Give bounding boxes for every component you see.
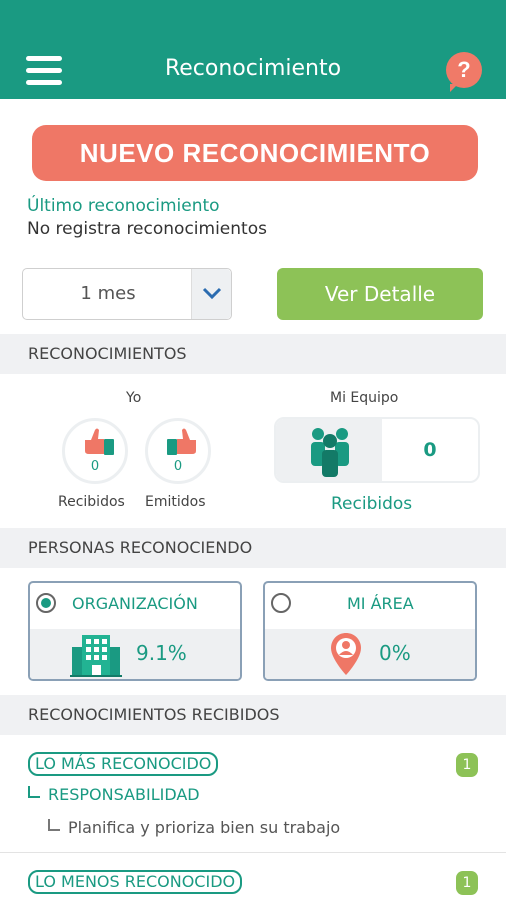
section-header-people: PERSONAS RECONOCIENDO: [0, 528, 506, 568]
team-icon: [311, 428, 349, 477]
last-recognition-label: Último reconocimiento: [27, 196, 220, 216]
subcategory-item: Planifica y prioriza bien su trabajo: [48, 818, 340, 837]
new-recognition-button[interactable]: NUEVO RECONOCIMIENTO: [32, 125, 478, 181]
page-title: Reconocimiento: [164, 56, 342, 81]
received-count: 0: [90, 459, 100, 474]
my-area-value: 0%: [379, 641, 411, 665]
organization-card[interactable]: ORGANIZACIÓN 9.1%: [28, 581, 242, 681]
my-team-label: Mi Equipo: [330, 390, 399, 406]
period-select[interactable]: 1 mes: [22, 268, 232, 320]
section-header-recognitions: RECONOCIMIENTOS: [0, 334, 506, 374]
section-header-received: RECONOCIMIENTOS RECIBIDOS: [0, 695, 506, 735]
divider: [0, 852, 506, 853]
emitted-count: 0: [173, 459, 183, 474]
team-received-count: 0: [423, 439, 437, 461]
emitted-label: Emitidos: [145, 494, 206, 510]
emitted-counter[interactable]: 0: [145, 418, 211, 484]
most-recognized-tag: LO MÁS RECONOCIDO: [28, 752, 219, 776]
help-icon[interactable]: ?: [446, 52, 482, 92]
organization-label: ORGANIZACIÓN: [72, 594, 198, 613]
organization-radio[interactable]: [36, 593, 56, 613]
received-label: Recibidos: [58, 494, 125, 510]
category-item: RESPONSABILIDAD: [28, 785, 200, 804]
team-received-card[interactable]: 0: [274, 417, 480, 483]
category-label: RESPONSABILIDAD: [48, 785, 200, 804]
team-received-label: Recibidos: [331, 494, 413, 514]
organization-value: 9.1%: [136, 641, 187, 665]
building-icon: [70, 635, 122, 677]
period-select-value: 1 mes: [80, 283, 136, 304]
tree-branch-icon: [48, 819, 60, 831]
subcategory-label: Planifica y prioriza bien su trabajo: [68, 818, 341, 837]
tree-branch-icon: [28, 786, 40, 798]
my-area-radio[interactable]: [271, 593, 291, 613]
view-detail-button[interactable]: Ver Detalle: [277, 268, 483, 320]
me-label: Yo: [126, 390, 142, 406]
app-header: Reconocimiento ?: [0, 0, 506, 99]
last-recognition-value: No registra reconocimientos: [27, 219, 267, 239]
thumbs-up-icon: [167, 428, 196, 455]
thumbs-up-icon: [85, 428, 114, 455]
my-area-card[interactable]: MI ÁREA 0%: [263, 581, 477, 681]
my-area-label: MI ÁREA: [347, 594, 414, 613]
received-counter[interactable]: 0: [62, 418, 128, 484]
most-recognized-count: 1: [456, 753, 478, 777]
location-pin-icon: [331, 633, 361, 675]
least-recognized-tag: LO MENOS RECONOCIDO: [28, 870, 243, 894]
chevron-down-icon[interactable]: [191, 269, 231, 319]
least-recognized-count: 1: [456, 871, 478, 895]
